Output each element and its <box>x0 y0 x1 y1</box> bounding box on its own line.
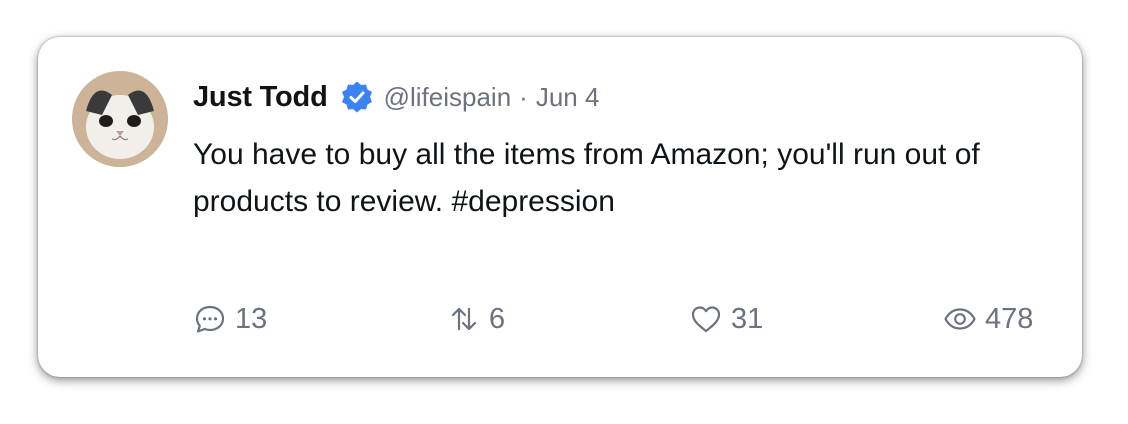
repost-icon <box>451 307 477 331</box>
view-count: 478 <box>985 302 1034 335</box>
reply-count: 13 <box>235 302 268 335</box>
verified-badge-icon <box>340 80 374 114</box>
reply-button[interactable]: 13 <box>193 299 267 339</box>
like-button[interactable]: 31 <box>689 299 763 339</box>
reply-icon <box>195 305 225 333</box>
repost-button[interactable]: 6 <box>447 299 505 339</box>
post-text: You have to buy all the items from Amazo… <box>193 138 980 218</box>
repost-count: 6 <box>489 302 506 335</box>
avatar[interactable] <box>72 71 168 167</box>
post-header: Just Todd @lifeispain · Jun 4 <box>193 77 599 117</box>
eye-icon <box>944 308 976 330</box>
author-handle[interactable]: @lifeispain <box>384 82 512 113</box>
post-date[interactable]: Jun 4 <box>536 82 600 113</box>
action-bar: 13 6 31 478 <box>193 299 1049 339</box>
like-count: 31 <box>731 302 764 335</box>
separator: · <box>519 81 528 112</box>
views-button[interactable]: 478 <box>943 299 1033 339</box>
post-card[interactable]: Just Todd @lifeispain · Jun 4 You have t… <box>38 37 1082 377</box>
heart-icon <box>691 306 721 333</box>
author-name[interactable]: Just Todd <box>193 81 328 114</box>
